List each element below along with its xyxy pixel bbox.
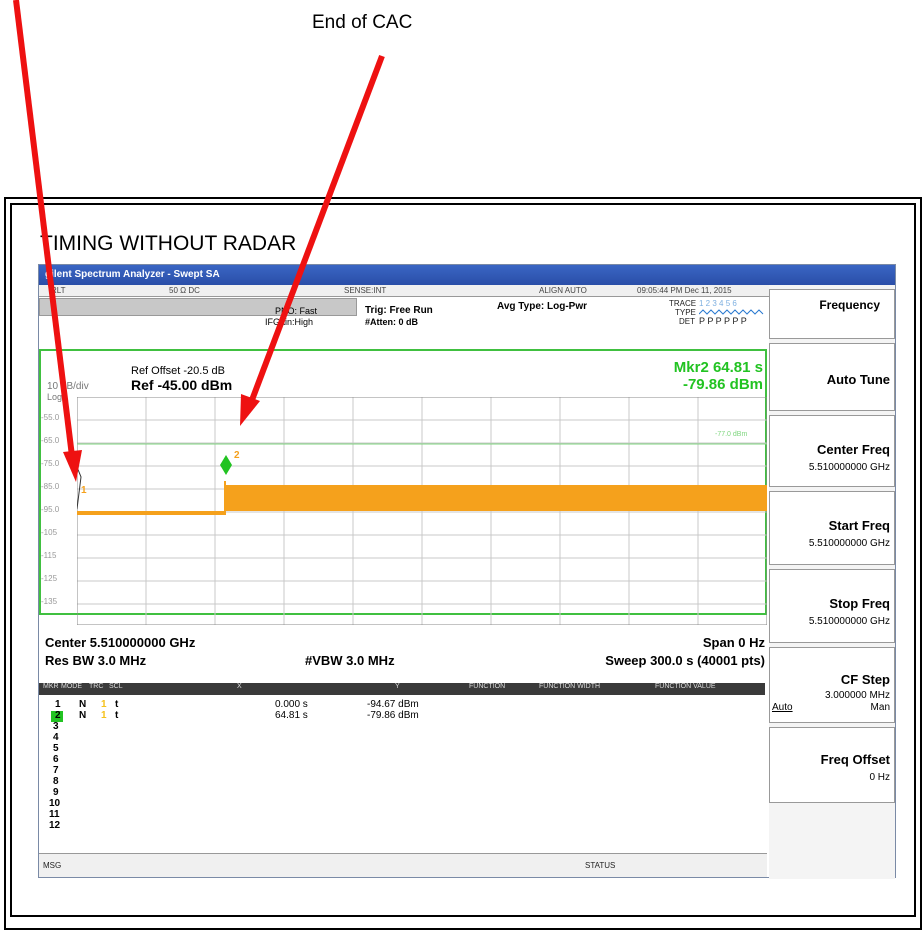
annotation-arrows — [13, 0, 385, 482]
end-of-cac-arrow-icon — [240, 54, 385, 426]
left-arrow-icon — [13, 0, 82, 482]
